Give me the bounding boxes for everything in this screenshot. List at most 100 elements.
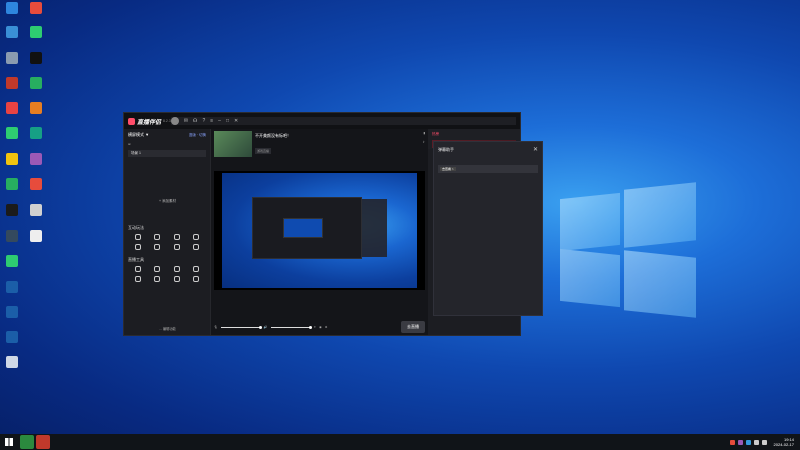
desktop-icon-5[interactable] [1, 52, 23, 65]
interact-item[interactable] [128, 234, 148, 241]
app-version: 8.2.3 [163, 119, 171, 123]
preview-panel [362, 199, 387, 257]
interact-item[interactable] [148, 244, 168, 251]
right-tab[interactable]: 热榜 [432, 132, 439, 137]
avatar[interactable] [170, 117, 179, 125]
icon-22-glyph [6, 281, 18, 293]
desktop-icon-11[interactable] [1, 127, 23, 140]
desktop-icon-1[interactable] [1, 2, 23, 15]
speaker-icon[interactable]: 🔊 [264, 325, 268, 329]
view-more-button[interactable]: 去查看 > [440, 167, 456, 171]
desktop-icon-21[interactable] [1, 255, 23, 268]
desktop-icon-18[interactable] [25, 204, 47, 217]
tool-item[interactable] [128, 266, 148, 273]
desktop-icon-12[interactable] [25, 127, 47, 140]
desktop-icon-9[interactable] [1, 102, 23, 115]
room-cover[interactable] [214, 131, 252, 157]
tray-icon-4[interactable] [753, 439, 759, 445]
orientation-tab[interactable]: 横屏模式 ▼ [128, 132, 149, 138]
icon-19-glyph [6, 230, 18, 242]
mail-icon[interactable]: ✉ [184, 118, 188, 124]
desktop-icon-14[interactable] [25, 153, 47, 166]
tool-item[interactable] [167, 266, 187, 273]
live-preview[interactable] [214, 171, 425, 290]
desktop-icon-22[interactable] [1, 281, 23, 294]
tool-item[interactable] [167, 276, 187, 283]
desktop-icon-10[interactable] [25, 102, 47, 115]
taskbar-app-1[interactable] [20, 435, 34, 449]
icon-5-glyph [6, 52, 18, 64]
taskbar-app-2[interactable] [36, 435, 50, 449]
preview-window [252, 197, 362, 259]
menu-icon[interactable]: ≡ [210, 118, 213, 124]
tray-icon-2[interactable] [737, 439, 743, 445]
tray-icon-5[interactable] [761, 439, 767, 445]
system-tray: 19:14 2024-02-17 [729, 437, 800, 447]
interact-item[interactable] [148, 234, 168, 241]
tool-item[interactable] [187, 276, 207, 283]
speaker-volume-slider[interactable] [270, 325, 312, 329]
desktop-icon-25[interactable] [1, 356, 23, 369]
assistant-popup[interactable]: 弹幕助手 ✕ 去查看 > [433, 141, 543, 316]
interact-item[interactable] [187, 244, 207, 251]
feature-icon [193, 244, 200, 250]
desktop-icon-6[interactable] [25, 52, 47, 65]
interact-item[interactable] [167, 244, 187, 251]
left-panel: 横屏模式 ▼ 竖版 · 切换 ⊞ 场景 1 + 添加素材 互动玩法 直播工具 .… [124, 129, 211, 335]
interact-item[interactable] [187, 234, 207, 241]
icon-7-glyph [6, 77, 18, 89]
tool-item[interactable] [128, 276, 148, 283]
assistant-highlight: 去查看 > [438, 165, 538, 173]
desktop-icon-13[interactable] [1, 153, 23, 166]
scene-item[interactable]: 场景 1 [128, 150, 206, 157]
desktop-icon-2[interactable] [25, 2, 47, 15]
desktop-icon-16[interactable] [25, 178, 47, 191]
icon-6-glyph [30, 52, 42, 64]
maximize-icon[interactable]: □ [226, 118, 229, 124]
share-icon[interactable]: ⇪ [422, 140, 425, 144]
beauty-icon[interactable]: ✦ [314, 325, 317, 329]
icon-17-glyph [6, 204, 18, 216]
go-live-button[interactable]: 去直播 [401, 321, 425, 333]
right-tabs: 热榜 [428, 129, 520, 140]
interact-item[interactable] [128, 244, 148, 251]
tray-icon-3[interactable] [745, 439, 751, 445]
minimize-icon[interactable]: – [218, 118, 221, 124]
icon-15-glyph [6, 178, 18, 190]
desktop-icon-19[interactable] [1, 230, 23, 243]
desktop-icon-4[interactable] [25, 26, 47, 39]
assistant-title: 弹幕助手 [438, 146, 454, 152]
mic-icon[interactable]: 🎙 [214, 325, 218, 329]
desktop-icon-3[interactable] [1, 26, 23, 39]
assistant-close-icon[interactable]: ✕ [533, 146, 538, 153]
clock[interactable]: 19:14 2024-02-17 [774, 437, 794, 447]
interact-item[interactable] [167, 234, 187, 241]
headset-icon[interactable]: ☊ [193, 118, 197, 124]
record-icon[interactable]: ◉ [319, 325, 322, 329]
tool-item[interactable] [187, 266, 207, 273]
tool-item[interactable] [148, 276, 168, 283]
start-button[interactable] [0, 434, 18, 450]
desktop-icon-7[interactable] [1, 77, 23, 90]
switch-link[interactable]: 竖版 · 切换 [189, 133, 206, 138]
desktop-icon-15[interactable] [1, 178, 23, 191]
desktop-icon-20[interactable] [25, 230, 47, 243]
edit-functions-link[interactable]: ... 编辑功能 [124, 326, 211, 331]
room-category[interactable]: 游戏直播 [255, 148, 272, 154]
mic-volume-slider[interactable] [220, 325, 262, 329]
desktop-icon-17[interactable] [1, 204, 23, 217]
add-source-button[interactable]: + 添加素材 [124, 199, 211, 204]
scene-subtab[interactable]: ⊞ [128, 142, 131, 146]
desktop-icon-24[interactable] [1, 331, 23, 344]
center-panel: 不开美颜没有标吧！ 游戏直播 ▮ ⇪ 🎙 🔊 ✦ ◉ ⚙ 去直播 [211, 129, 428, 335]
network-status: ▮ [423, 131, 425, 135]
desktop-icon-8[interactable] [25, 77, 47, 90]
desktop-icon-23[interactable] [1, 306, 23, 319]
tool-item[interactable] [148, 266, 168, 273]
help-icon[interactable]: ? [202, 118, 205, 124]
room-title[interactable]: 不开美颜没有标吧！ [255, 133, 419, 139]
icon-25-glyph [6, 356, 18, 368]
close-icon[interactable]: ✕ [234, 118, 238, 124]
tray-icon-1[interactable] [729, 439, 735, 445]
settings-icon[interactable]: ⚙ [325, 325, 328, 329]
